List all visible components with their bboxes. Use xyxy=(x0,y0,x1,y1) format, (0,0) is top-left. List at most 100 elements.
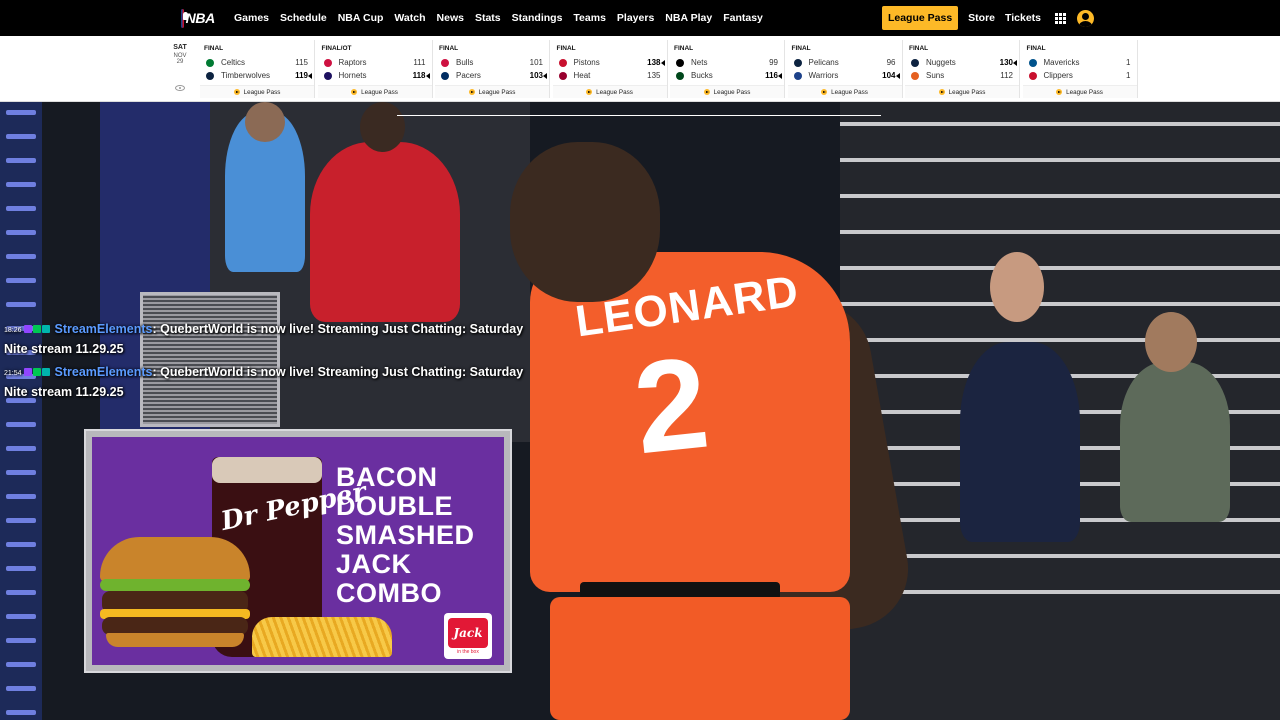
light-strip xyxy=(6,566,36,571)
game-status: FINAL xyxy=(909,45,929,52)
nav-link-standings[interactable]: Standings xyxy=(512,12,563,24)
fries-image xyxy=(252,617,392,657)
light-strip xyxy=(6,158,36,163)
game-league-pass-link[interactable]: League Pass xyxy=(552,85,667,98)
fan-head xyxy=(990,252,1044,322)
play-icon xyxy=(703,89,710,95)
team-name: Pelicans xyxy=(808,58,839,67)
ad-headline-line: BACON xyxy=(336,462,438,492)
jack-logo-subtext: in the box xyxy=(457,648,479,655)
video-progress-line[interactable] xyxy=(397,115,881,116)
game-score-card[interactable]: FINAL/OT Raptors 111 Hornets 118 League … xyxy=(317,40,433,98)
light-strip xyxy=(6,110,36,115)
game-league-pass-link[interactable]: League Pass xyxy=(200,85,314,98)
game-team-row: Mavericks 1 xyxy=(1028,57,1135,68)
game-score-card[interactable]: FINAL Mavericks 1 Clippers 1 League Pass xyxy=(1022,40,1138,98)
chat-username[interactable]: StreamElements xyxy=(55,365,153,379)
game-status: FINAL xyxy=(439,45,459,52)
ad-content: Dr Pepper BACON DOUBLE SMASHED JACK COMB… xyxy=(92,437,504,665)
ad-headline: BACON DOUBLE SMASHED JACK COMBO xyxy=(336,463,475,608)
nav-link-teams[interactable]: Teams xyxy=(573,12,606,24)
team-logo-icon xyxy=(558,58,567,67)
game-team-row: Clippers 1 xyxy=(1028,70,1135,81)
game-score-card[interactable]: FINAL Celtics 115 Timberwolves 119 Leagu… xyxy=(200,40,315,98)
hide-scores-eye-icon[interactable] xyxy=(175,85,185,91)
team-score: 115 xyxy=(295,58,308,67)
soda-glass-foam xyxy=(212,457,322,483)
team-logo-icon xyxy=(1028,71,1037,80)
nav-link-news[interactable]: News xyxy=(437,12,464,24)
nba-logo[interactable]: NBA xyxy=(181,8,215,28)
play-icon xyxy=(821,89,828,95)
team-score: 1 xyxy=(1126,71,1131,80)
game-score-card[interactable]: FINAL Pistons 138 Heat 135 League Pass xyxy=(552,40,668,98)
nav-link-fantasy[interactable]: Fantasy xyxy=(723,12,763,24)
nav-link-nba-cup[interactable]: NBA Cup xyxy=(338,12,384,24)
team-score: 103 xyxy=(529,71,543,80)
nav-link-store[interactable]: Store xyxy=(968,12,995,24)
fan-head xyxy=(245,102,285,142)
user-account-icon[interactable] xyxy=(1077,9,1094,27)
light-strip xyxy=(6,614,36,619)
team-name: Suns xyxy=(926,71,945,80)
team-score: 104 xyxy=(882,71,896,80)
team-score: 99 xyxy=(769,58,778,67)
team-logo-icon xyxy=(793,58,802,67)
ad-headline-line: DOUBLE xyxy=(336,491,453,521)
verified-badge-icon xyxy=(41,368,50,376)
scoreboard-games: FINAL Celtics 115 Timberwolves 119 Leagu… xyxy=(200,40,1140,98)
bot-badge-icon xyxy=(32,325,41,333)
game-league-pass-link[interactable]: League Pass xyxy=(435,85,549,98)
game-score-card[interactable]: FINAL Bulls 101 Pacers 103 League Pass xyxy=(435,40,550,98)
bot-badge-icon xyxy=(32,368,41,376)
ad-headline-line: JACK xyxy=(336,549,412,579)
chat-username[interactable]: StreamElements xyxy=(55,322,153,336)
team-score: 112 xyxy=(1000,71,1013,80)
game-league-pass-link[interactable]: League Pass xyxy=(317,85,432,98)
nav-link-players[interactable]: Players xyxy=(617,12,654,24)
nav-link-nba-play[interactable]: NBA Play xyxy=(665,12,712,24)
stair-edge xyxy=(840,590,1280,594)
team-score: 1 xyxy=(1126,58,1131,67)
game-league-pass-link[interactable]: League Pass xyxy=(787,85,902,98)
nav-link-watch[interactable]: Watch xyxy=(394,12,425,24)
team-logo-icon xyxy=(441,58,449,67)
team-logo-icon xyxy=(676,71,684,80)
apps-grid-icon[interactable] xyxy=(1055,12,1066,24)
chat-message: 18:26 StreamElements: QuebertWorld is now… xyxy=(4,320,544,358)
light-strip xyxy=(6,518,36,523)
player-figure: LEONARD 2 xyxy=(450,142,918,720)
nav-links: Games Schedule NBA Cup Watch News Stats … xyxy=(234,0,774,36)
game-team-row: Raptors 111 xyxy=(323,57,430,68)
game-team-row: Nets 99 xyxy=(676,57,782,68)
light-strip xyxy=(6,470,36,475)
game-score-card[interactable]: FINAL Nuggets 130 Suns 112 League Pass xyxy=(905,40,1020,98)
league-pass-button[interactable]: League Pass xyxy=(881,6,959,30)
nav-link-games[interactable]: Games xyxy=(234,12,269,24)
nav-link-tickets[interactable]: Tickets xyxy=(1005,12,1041,24)
stair-edge xyxy=(840,266,1280,270)
game-score-card[interactable]: FINAL Pelicans 96 Warriors 104 League Pa… xyxy=(787,40,903,98)
team-score: 135 xyxy=(647,71,661,80)
nav-link-schedule[interactable]: Schedule xyxy=(280,12,327,24)
game-score-card[interactable]: FINAL Nets 99 Bucks 116 League Pass xyxy=(670,40,785,98)
team-name: Timberwolves xyxy=(221,71,271,80)
fan-head xyxy=(360,102,405,152)
play-icon xyxy=(938,89,945,95)
game-league-pass-link[interactable]: League Pass xyxy=(670,85,784,98)
league-pass-label: League Pass xyxy=(478,88,516,96)
winner-arrow-icon xyxy=(543,72,547,79)
jersey-number: 2 xyxy=(627,328,715,482)
light-strip xyxy=(6,686,36,691)
light-strip xyxy=(6,446,36,451)
game-team-row: Nuggets 130 xyxy=(911,57,1017,68)
scoreboard-date[interactable]: SAT NOV 29 xyxy=(166,44,194,65)
game-league-pass-link[interactable]: League Pass xyxy=(1022,85,1137,98)
game-league-pass-link[interactable]: League Pass xyxy=(905,85,1019,98)
team-name: Pacers xyxy=(456,71,481,80)
ad-headline-line: COMBO xyxy=(336,578,442,608)
game-team-row: Hornets 118 xyxy=(323,70,430,81)
team-score: 96 xyxy=(886,58,896,67)
verified-badge-icon xyxy=(41,325,50,333)
nav-link-stats[interactable]: Stats xyxy=(475,12,501,24)
